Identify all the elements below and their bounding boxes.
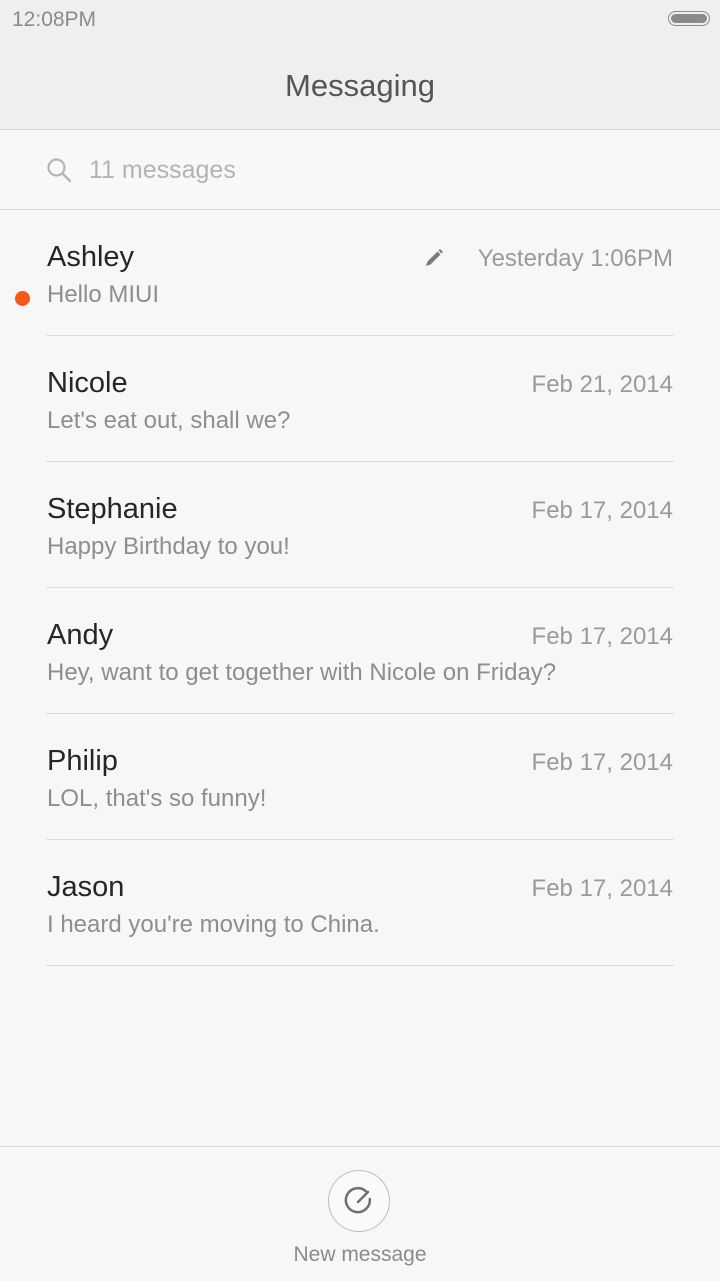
conversation-row[interactable]: Nicole Feb 21, 2014 Let's eat out, shall…	[0, 336, 720, 462]
search-icon	[47, 158, 72, 183]
compose-icon	[344, 1186, 372, 1214]
contact-name: Andy	[47, 619, 114, 651]
battery-icon	[668, 11, 710, 26]
message-preview: Hey, want to get together with Nicole on…	[47, 659, 557, 686]
battery-fill	[671, 14, 707, 23]
new-message-button[interactable]	[328, 1170, 390, 1232]
contact-name: Philip	[47, 745, 118, 777]
message-date: Feb 17, 2014	[531, 497, 673, 524]
message-date: Feb 17, 2014	[531, 875, 673, 902]
message-date: Feb 17, 2014	[531, 749, 673, 776]
page-title: Messaging	[285, 68, 435, 103]
conversation-row[interactable]: Stephanie Feb 17, 2014 Happy Birthday to…	[0, 462, 720, 588]
conversation-row[interactable]: Philip Feb 17, 2014 LOL, that's so funny…	[0, 714, 720, 840]
contact-name: Jason	[47, 871, 125, 903]
top-area: 12:08PM Messaging	[0, 0, 720, 130]
message-preview: Let's eat out, shall we?	[47, 407, 291, 434]
status-time: 12:08PM	[12, 8, 97, 31]
search-bar[interactable]: 11 messages	[0, 130, 720, 210]
row-divider	[46, 965, 674, 966]
conversation-row[interactable]: Ashley Yesterday 1:06PM Hello MIUI	[0, 210, 720, 336]
message-date: Feb 17, 2014	[531, 623, 673, 650]
conversation-row[interactable]: Jason Feb 17, 2014 I heard you're moving…	[0, 840, 720, 966]
message-date: Yesterday 1:06PM	[477, 245, 673, 272]
message-date: Feb 21, 2014	[531, 371, 673, 398]
message-preview: Happy Birthday to you!	[47, 533, 290, 560]
conversation-list: Ashley Yesterday 1:06PM Hello MIUI Nicol…	[0, 210, 720, 966]
contact-name: Stephanie	[47, 493, 178, 525]
unread-indicator	[15, 291, 30, 306]
conversation-row[interactable]: Andy Feb 17, 2014 Hey, want to get toget…	[0, 588, 720, 714]
search-input[interactable]: 11 messages	[89, 153, 236, 187]
contact-name: Nicole	[47, 367, 128, 399]
message-preview: Hello MIUI	[47, 281, 160, 308]
contact-name: Ashley	[47, 241, 135, 273]
message-preview: LOL, that's so funny!	[47, 785, 267, 812]
new-message-label: New message	[293, 1243, 427, 1266]
message-preview: I heard you're moving to China.	[47, 911, 380, 938]
bottom-bar: New message	[0, 1146, 720, 1281]
pencil-icon	[426, 249, 443, 266]
